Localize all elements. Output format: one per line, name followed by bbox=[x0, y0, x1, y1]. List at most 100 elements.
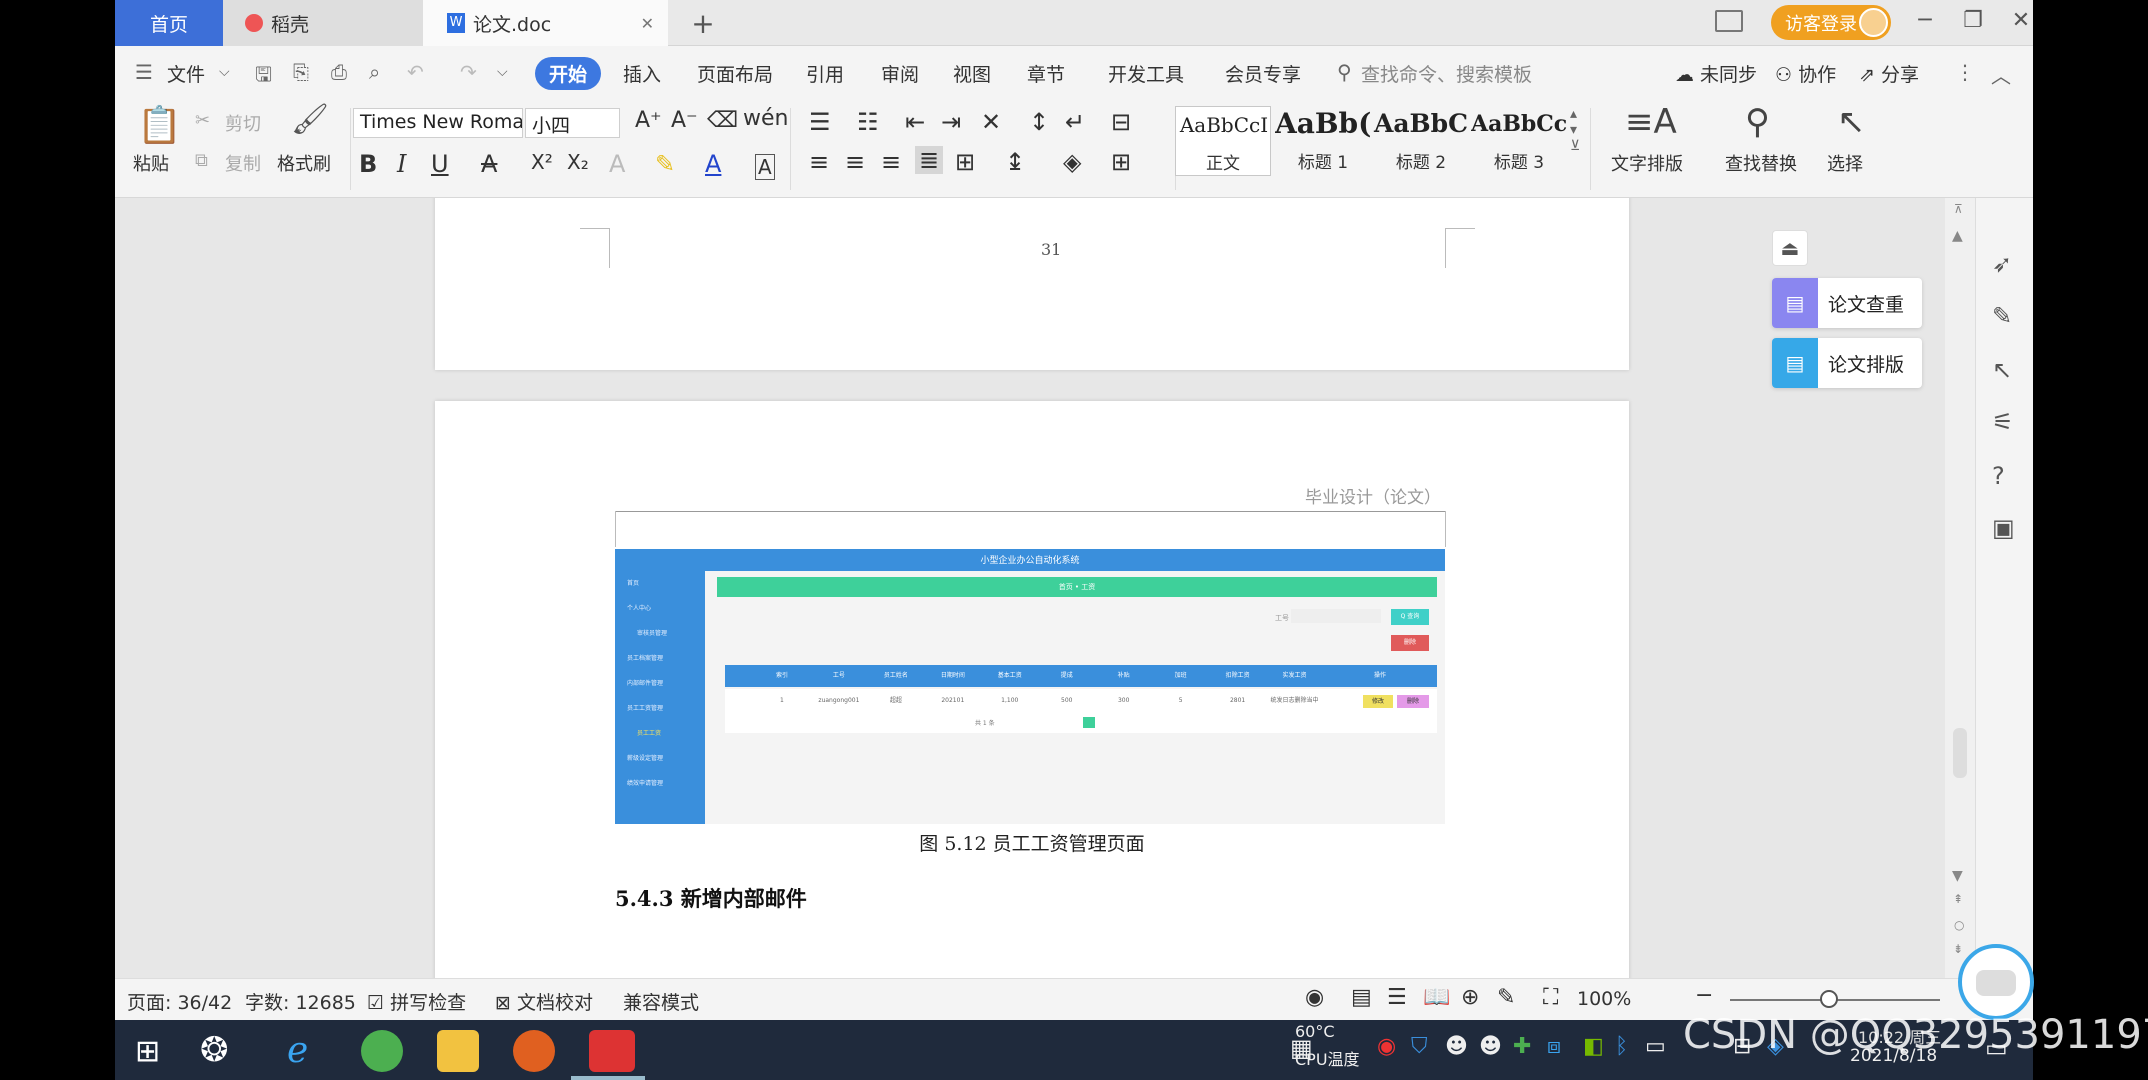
tab-daoke[interactable]: 稻壳 bbox=[223, 0, 423, 46]
minimize-icon[interactable]: ─ bbox=[1907, 8, 1943, 33]
italic-icon[interactable]: I bbox=[397, 150, 406, 178]
grow-font-icon[interactable]: A⁺ bbox=[635, 108, 662, 133]
tab-document[interactable]: W 论文.doc ✕ bbox=[423, 0, 668, 46]
embedded-screenshot-figure[interactable]: 小型企业办公自动化系统 首页 个人中心 审核员管理 员工档案管理 内部邮件管理 员工工资管… bbox=[615, 549, 1445, 824]
scroll-down-icon[interactable]: ▼ bbox=[1952, 868, 1963, 884]
bluetooth-icon[interactable]: ᛒ bbox=[1615, 1034, 1628, 1059]
windows-start-icon[interactable]: ⊞ bbox=[135, 1034, 171, 1070]
strikethrough-icon[interactable]: A bbox=[481, 150, 497, 178]
increase-indent-icon[interactable]: ⇥ bbox=[941, 108, 961, 136]
superscript-icon[interactable]: X² bbox=[531, 150, 553, 174]
collab-button[interactable]: ⚇ 协作 bbox=[1775, 60, 1836, 87]
app-tray-icon[interactable]: ⧈ bbox=[1547, 1034, 1561, 1059]
subscript-icon[interactable]: X₂ bbox=[567, 150, 589, 174]
menu-file[interactable]: 文件 bbox=[167, 60, 205, 87]
print-icon[interactable]: ⎙ bbox=[331, 60, 347, 84]
shading-icon[interactable]: ◈ bbox=[1063, 148, 1081, 176]
menu-member[interactable]: 会员专享 bbox=[1225, 60, 1301, 87]
help-icon[interactable]: ? bbox=[1992, 462, 2005, 490]
menu-view[interactable]: 视图 bbox=[953, 60, 991, 87]
menu-references[interactable]: 引用 bbox=[806, 60, 844, 87]
select-browse-icon[interactable]: ○ bbox=[1954, 918, 1964, 932]
page-indicator[interactable]: 页面: 36/42 bbox=[127, 988, 232, 1015]
tab-home[interactable]: 首页 bbox=[115, 0, 223, 46]
window-layout-icon[interactable] bbox=[1715, 10, 1743, 32]
redo-icon[interactable]: ↷ bbox=[460, 60, 477, 84]
read-view-icon[interactable]: 📖 bbox=[1423, 985, 1450, 1010]
find-replace-button[interactable]: 查找替换 bbox=[1725, 150, 1797, 176]
highlight-icon[interactable]: ✎ bbox=[655, 150, 675, 178]
shrink-font-icon[interactable]: A⁻ bbox=[671, 108, 698, 133]
paste-button[interactable]: 粘贴 bbox=[133, 150, 169, 176]
eye-protect-icon[interactable]: ◉ bbox=[1305, 985, 1324, 1010]
word-count[interactable]: 字数: 12685 bbox=[245, 988, 356, 1015]
copy-button[interactable]: 复制 bbox=[225, 150, 261, 176]
underline-icon[interactable]: U bbox=[431, 150, 449, 178]
format-painter-button[interactable]: 格式刷 bbox=[277, 150, 331, 176]
styles-scroll-icon[interactable]: ▴ ▾ ⊻ bbox=[1570, 106, 1580, 154]
security-icon[interactable]: ◉ bbox=[1377, 1034, 1396, 1059]
wps-icon[interactable] bbox=[589, 1030, 635, 1072]
write-view-icon[interactable]: ✎ bbox=[1497, 985, 1515, 1010]
scroll-up-icon[interactable]: ▲ bbox=[1952, 228, 1963, 244]
show-marks-icon[interactable]: ↵ bbox=[1065, 108, 1085, 136]
zoom-out-icon[interactable]: − bbox=[1695, 983, 1713, 1008]
style-normal[interactable]: AaBbCcI 正文 bbox=[1175, 106, 1271, 176]
pointer-icon[interactable]: ↖ bbox=[1992, 356, 2012, 384]
outline-view-icon[interactable]: ☰ bbox=[1387, 985, 1407, 1010]
vertical-scrollbar[interactable]: ⊼ ▲ ▼ ⇞ ○ ⇟ bbox=[1945, 198, 1975, 978]
print-preview-icon[interactable]: ⌕ bbox=[369, 60, 380, 84]
distribute-icon[interactable]: ⊞ bbox=[955, 148, 975, 176]
chevron-down-icon[interactable]: ⌵ bbox=[219, 64, 230, 80]
bullets-icon[interactable]: ☰ bbox=[809, 108, 831, 136]
battery-icon[interactable]: ▭ bbox=[1645, 1034, 1666, 1059]
fit-page-icon[interactable]: ⛶ bbox=[1543, 985, 1558, 1010]
cut-button[interactable]: 剪切 bbox=[225, 110, 261, 136]
export-icon[interactable]: ⎘ bbox=[293, 60, 309, 84]
decrease-indent-icon[interactable]: ⇤ bbox=[905, 108, 925, 136]
game-app-icon[interactable] bbox=[513, 1030, 555, 1072]
app-launcher-icon[interactable]: ❂ bbox=[200, 1030, 242, 1072]
borders-icon[interactable]: ⊞ bbox=[1111, 148, 1131, 176]
restore-icon[interactable]: ❐ bbox=[1955, 8, 1991, 33]
close-window-icon[interactable]: ✕ bbox=[2003, 8, 2033, 33]
menu-dev-tools[interactable]: 开发工具 bbox=[1108, 60, 1184, 87]
app-tray-icon[interactable]: ✚ bbox=[1513, 1034, 1531, 1059]
sync-status[interactable]: ☁ 未同步 bbox=[1675, 60, 1757, 87]
guest-login-button[interactable]: 访客登录 bbox=[1771, 5, 1891, 40]
web-view-icon[interactable]: ⊕ bbox=[1461, 985, 1479, 1010]
save-icon[interactable]: 🖫 bbox=[255, 60, 272, 94]
numbering-icon[interactable]: ☷ bbox=[857, 108, 879, 136]
sliders-icon[interactable]: ⚟ bbox=[1992, 408, 2014, 436]
menu-page-layout[interactable]: 页面布局 bbox=[697, 60, 773, 87]
browser-360-icon[interactable] bbox=[361, 1030, 403, 1072]
prev-page-icon[interactable]: ⇞ bbox=[1953, 892, 1963, 906]
close-tab-icon[interactable]: ✕ bbox=[641, 14, 654, 33]
font-color-icon[interactable]: A bbox=[705, 150, 721, 178]
share-button[interactable]: ⇗ 分享 bbox=[1859, 60, 1919, 87]
clear-format-icon[interactable]: ⌫ bbox=[707, 108, 738, 133]
justify-icon[interactable]: ≣ bbox=[915, 146, 944, 174]
font-size-select[interactable]: 小四 bbox=[525, 108, 620, 138]
sort-icon[interactable]: ↕ bbox=[1029, 108, 1049, 136]
eject-icon[interactable]: ⏏ bbox=[1772, 230, 1808, 266]
scroll-thumb[interactable] bbox=[1953, 728, 1967, 778]
zoom-level[interactable]: 100% bbox=[1577, 988, 1631, 1010]
collapse-ribbon-icon[interactable]: ︿ bbox=[1991, 60, 2011, 89]
menu-review[interactable]: 审阅 bbox=[881, 60, 919, 87]
style-heading-3[interactable]: AaBbCcl 标题 3 bbox=[1471, 106, 1567, 176]
style-heading-2[interactable]: AaBbC 标题 2 bbox=[1373, 106, 1469, 176]
paper-layout-button[interactable]: ▤ 论文排版 bbox=[1772, 338, 1922, 388]
align-center-icon[interactable]: ≡ bbox=[845, 148, 865, 176]
align-left-icon[interactable]: ≡ bbox=[809, 148, 829, 176]
rocket-icon[interactable]: ➶ bbox=[1992, 250, 2012, 278]
line-spacing-icon[interactable]: ↨ bbox=[1005, 148, 1025, 176]
pen-icon[interactable]: ✎ bbox=[1992, 302, 2012, 330]
qq-icon[interactable]: ☻ bbox=[1479, 1034, 1502, 1059]
assistant-robot-icon[interactable] bbox=[1958, 944, 2034, 1020]
next-page-icon[interactable]: ⇟ bbox=[1953, 942, 1963, 956]
align-right-icon[interactable]: ≡ bbox=[881, 148, 901, 176]
style-heading-1[interactable]: AaBb( 标题 1 bbox=[1275, 106, 1371, 176]
command-search-input[interactable]: 查找命令、搜索模板 bbox=[1361, 60, 1532, 87]
bold-icon[interactable]: B bbox=[359, 150, 377, 178]
